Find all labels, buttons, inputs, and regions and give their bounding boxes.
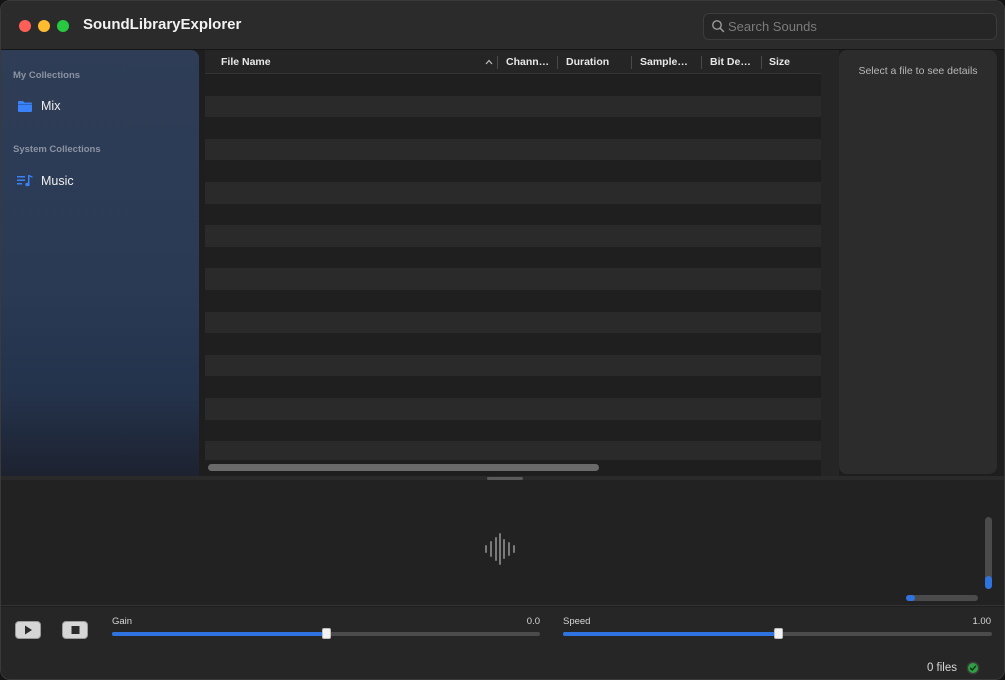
detail-empty-message: Select a file to see details [858, 65, 978, 77]
horizontal-scrollbar[interactable] [205, 460, 821, 476]
gain-slider[interactable] [112, 628, 540, 639]
file-count: 0 files [926, 662, 957, 674]
close-window-button[interactable] [19, 20, 31, 32]
detail-panel: Select a file to see details [839, 50, 997, 474]
speed-slider-knob[interactable] [774, 628, 783, 639]
app-title: SoundLibraryExplorer [83, 16, 242, 33]
status-bar: 0 files [1, 657, 1004, 679]
playback-progress-fill [906, 595, 915, 601]
folder-icon [18, 101, 32, 112]
search-icon [712, 20, 725, 33]
file-table: File Name Chann… Duration Sample… Bit De… [205, 50, 821, 476]
column-header-duration[interactable]: Duration [558, 50, 630, 74]
volume-level-fill [985, 576, 992, 589]
column-header-channels[interactable]: Chann… [498, 50, 556, 74]
horizontal-scrollbar-thumb[interactable] [208, 464, 599, 471]
table-row[interactable] [205, 354, 821, 377]
search-field[interactable] [703, 13, 997, 40]
table-row[interactable] [205, 138, 821, 161]
sort-ascending-icon [485, 59, 493, 65]
table-row[interactable] [205, 419, 821, 442]
table-row[interactable] [205, 246, 821, 269]
column-header-size[interactable]: Size [761, 50, 819, 74]
table-row[interactable] [205, 203, 821, 226]
speed-value: 1.00 [972, 616, 992, 627]
gain-label: Gain [112, 616, 133, 627]
zoom-window-button[interactable] [57, 20, 69, 32]
table-row[interactable] [205, 181, 821, 204]
column-header-file-name[interactable]: File Name [213, 50, 483, 74]
table-row[interactable] [205, 74, 821, 96]
music-list-icon [17, 175, 33, 187]
status-ok-icon [966, 661, 980, 675]
table-row[interactable] [205, 333, 821, 355]
table-row[interactable] [205, 225, 821, 247]
title-bar: SoundLibraryExplorer [1, 1, 1004, 50]
table-body [205, 74, 821, 463]
stop-icon [71, 626, 80, 634]
search-input[interactable] [728, 14, 990, 39]
sidebar-section-header: My Collections [13, 70, 81, 81]
table-row[interactable] [205, 268, 821, 290]
speed-slider-fill [563, 632, 778, 636]
waveform-icon [485, 533, 515, 565]
sidebar: My Collections Mix System Collections Mu… [1, 50, 199, 476]
column-header-bit-depth[interactable]: Bit De… [702, 50, 760, 74]
sidebar-section-header: System Collections [13, 144, 101, 155]
sidebar-item-mix[interactable]: Mix [1, 94, 199, 120]
app-window: SoundLibraryExplorer My Collections Mix … [0, 0, 1005, 680]
playback-progress-bar[interactable] [906, 595, 978, 601]
volume-level-slider[interactable] [985, 517, 992, 589]
table-row[interactable] [205, 160, 821, 182]
play-icon [25, 625, 32, 635]
playback-controls: Gain 0.0 Speed 1.00 [1, 607, 1004, 657]
table-row[interactable] [205, 289, 821, 312]
table-header: File Name Chann… Duration Sample… Bit De… [205, 50, 821, 74]
gain-value: 0.0 [526, 616, 540, 627]
table-row[interactable] [205, 311, 821, 334]
speed-label: Speed [563, 616, 591, 627]
gain-slider-knob[interactable] [322, 628, 331, 639]
table-row[interactable] [205, 95, 821, 118]
minimize-window-button[interactable] [38, 20, 50, 32]
column-header-sample-rate[interactable]: Sample… [632, 50, 700, 74]
table-row[interactable] [205, 376, 821, 398]
speed-slider[interactable] [563, 628, 992, 639]
sidebar-item-label: Music [41, 174, 74, 188]
table-row[interactable] [205, 397, 821, 420]
sidebar-item-label: Mix [41, 99, 61, 113]
sidebar-item-music[interactable]: Music [1, 169, 199, 195]
table-row[interactable] [205, 117, 821, 139]
panel-divider[interactable] [821, 50, 839, 476]
stop-button[interactable] [62, 621, 88, 639]
gain-slider-fill [112, 632, 326, 636]
play-button[interactable] [15, 621, 41, 639]
waveform-area [1, 480, 1004, 606]
